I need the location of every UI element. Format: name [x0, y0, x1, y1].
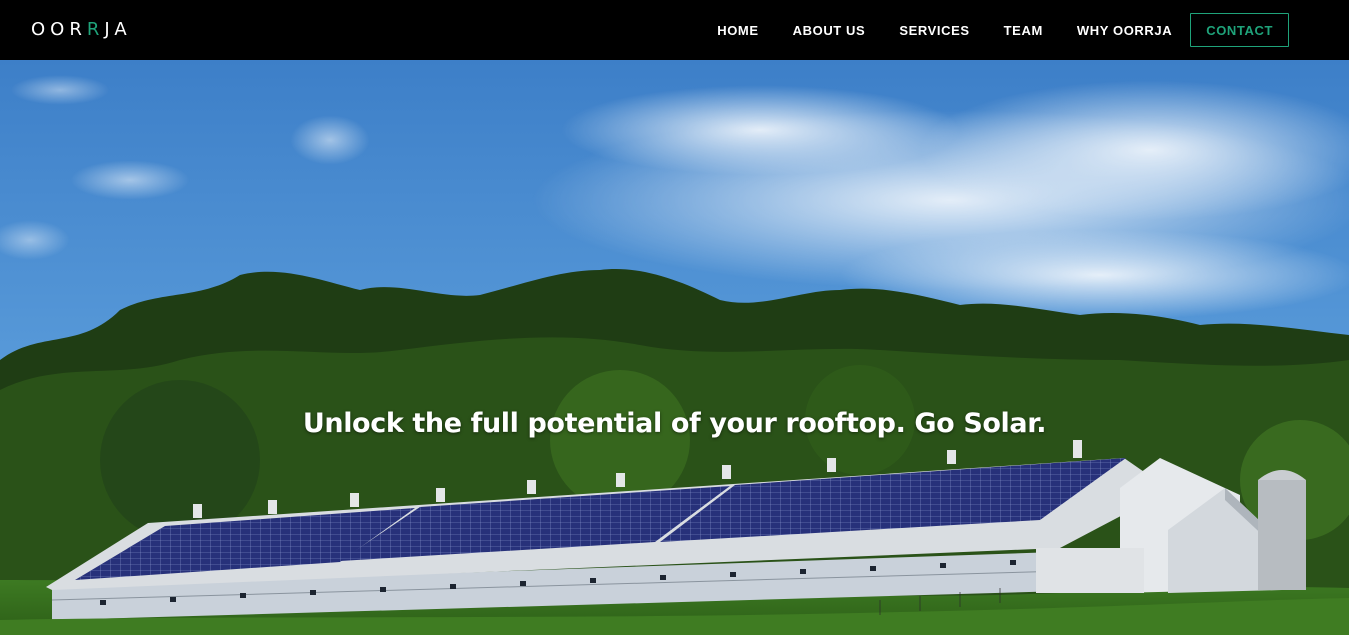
- logo-text-prefix: OOR: [31, 18, 87, 40]
- nav-about-us[interactable]: ABOUT US: [793, 23, 866, 38]
- hero-headline: Unlock the full potential of your roofto…: [302, 408, 1047, 440]
- nav-why-oorrja[interactable]: WHY OORRJA: [1077, 23, 1172, 38]
- nav-team[interactable]: TEAM: [1004, 23, 1043, 38]
- logo-text-suffix: JA: [104, 18, 132, 40]
- nav-home[interactable]: HOME: [717, 23, 758, 38]
- nav-services[interactable]: SERVICES: [899, 23, 969, 38]
- hero-section: Unlock the full potential of your roofto…: [0, 60, 1349, 635]
- main-nav: HOME ABOUT US SERVICES TEAM WHY OORRJA C…: [717, 0, 1349, 60]
- hero-background-image: [0, 60, 1349, 635]
- brand-logo[interactable]: OOR R JA: [31, 17, 132, 41]
- logo-text-accent: R: [86, 18, 105, 40]
- top-navbar: OOR R JA HOME ABOUT US SERVICES TEAM WHY O…: [0, 0, 1349, 60]
- contact-button[interactable]: CONTACT: [1190, 13, 1289, 47]
